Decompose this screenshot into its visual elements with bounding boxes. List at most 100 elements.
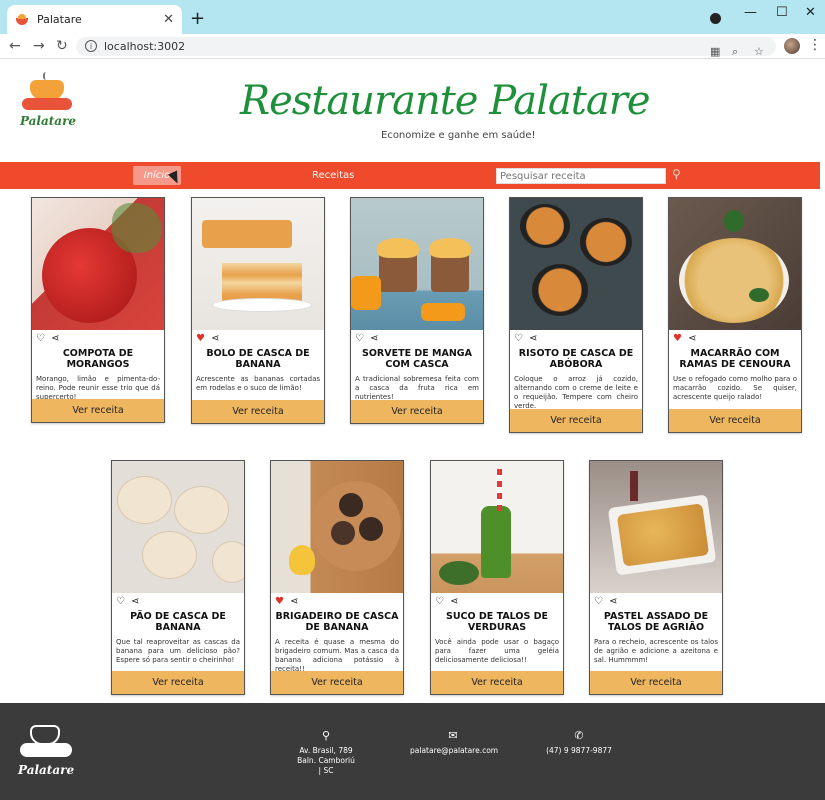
menu-icon[interactable]: ⋮	[808, 37, 822, 53]
recipe-image-green-juice	[431, 461, 563, 593]
back-icon[interactable]: ←	[9, 38, 21, 54]
heart-icon[interactable]: ♡	[435, 597, 444, 609]
share-icon[interactable]: ⋖	[290, 597, 298, 609]
recipe-card: ♡ ⋖ SORVETE DE MANGA COM CASCA A tradicio…	[350, 197, 484, 424]
footer-phone: ✆ (47) 9 9877-9877	[544, 729, 614, 756]
recipe-image-mango-sorbet	[351, 198, 483, 330]
ver-receita-button[interactable]: Ver receita	[351, 400, 483, 423]
footer-email: ✉ palatare@palatare.com	[410, 729, 498, 756]
page-title: Restaurante Palatare	[240, 78, 651, 124]
recipe-image-pasta	[669, 198, 801, 330]
share-icon[interactable]: ⋖	[688, 334, 696, 346]
heart-icon[interactable]: ♡	[116, 597, 125, 609]
ver-receita-button[interactable]: Ver receita	[510, 409, 642, 432]
footer-logo[interactable]: Palatare	[18, 717, 74, 785]
recipe-card: ♡ ⋖ PASTEL ASSADO DE TALOS DE AGRIÃO Para…	[589, 460, 723, 695]
recipe-image-pastel	[590, 461, 722, 593]
share-icon[interactable]: ⋖	[450, 597, 458, 609]
ver-receita-button[interactable]: Ver receita	[431, 671, 563, 694]
recipe-card: ♡ ⋖ RISOTO DE CASCA DE ABÓBORA Coloque o …	[509, 197, 643, 433]
site-logo[interactable]: Palatare	[18, 72, 78, 134]
heart-icon[interactable]: ♡	[36, 334, 45, 346]
url-field[interactable]: i localhost:3002 ▦ ⌕ ☆	[76, 37, 776, 58]
phone-icon: ✆	[574, 729, 584, 742]
recipe-description: Acrescente as bananas cortadas em rodela…	[196, 375, 320, 392]
maximize-button[interactable]: ☐	[776, 5, 788, 20]
forward-icon[interactable]: →	[33, 38, 45, 54]
heart-icon[interactable]: ♡	[514, 334, 523, 346]
recipe-card: ♥ ⋖ BRIGADEIRO DE CASCA DE BANANA A recei…	[270, 460, 404, 695]
minimize-button[interactable]: —	[744, 5, 757, 20]
email-link[interactable]: palatare@palatare.com	[410, 746, 498, 756]
recipe-card: ♡ ⋖ PÃO DE CASCA DE BANANA Que tal reapro…	[111, 460, 245, 695]
ver-receita-button[interactable]: Ver receita	[590, 671, 722, 694]
heart-filled-icon[interactable]: ♥	[275, 597, 284, 609]
search-input[interactable]	[496, 168, 666, 184]
new-tab-button[interactable]: +	[190, 8, 205, 29]
recipe-title: PASTEL ASSADO DE TALOS DE AGRIÃO	[603, 611, 709, 633]
ver-receita-button[interactable]: Ver receita	[271, 671, 403, 694]
heart-icon[interactable]: ♡	[594, 597, 603, 609]
zoom-icon[interactable]: ⌕	[732, 42, 738, 61]
pot-icon	[30, 725, 60, 745]
share-icon[interactable]: ⋖	[131, 597, 139, 609]
heart-filled-icon[interactable]: ♥	[673, 334, 682, 346]
tab-close-icon[interactable]: ✕	[163, 12, 174, 27]
recipe-title: PÃO DE CASCA DE BANANA	[130, 611, 226, 633]
browser-tab-bar: Palatare ✕ + — ☐ ✕	[0, 0, 825, 34]
recipe-description: A tradicional sobremesa feita com a casc…	[355, 375, 479, 401]
site-footer: Palatare ⚲ Av. Brasil, 789 Baln. Cambori…	[0, 703, 825, 800]
recipe-title: COMPOTA DE MORANGOS	[62, 348, 134, 370]
recipe-card: ♡ ⋖ COMPOTA DE MORANGOS Morango, limão e …	[31, 197, 165, 423]
share-icon[interactable]: ⋖	[370, 334, 378, 346]
bookmark-star-icon[interactable]: ☆	[754, 42, 764, 61]
recipe-title: BOLO DE CASCA DE BANANA	[206, 348, 310, 370]
mail-icon: ✉	[448, 729, 458, 742]
site-info-icon[interactable]: i	[85, 40, 97, 52]
location-pin-icon: ⚲	[321, 729, 331, 742]
recipe-title: BRIGADEIRO DE CASCA DE BANANA	[275, 611, 399, 633]
search-icon[interactable]: ⚲	[672, 167, 681, 181]
recipe-image-brigadeiro	[271, 461, 403, 593]
heart-filled-icon[interactable]: ♥	[196, 334, 205, 346]
recipe-image-banana-cake	[192, 198, 324, 330]
recipe-description: Morango, limão e pimenta-do-reino. Pode …	[36, 375, 160, 401]
ver-receita-button[interactable]: Ver receita	[669, 409, 801, 432]
avatar[interactable]	[784, 38, 800, 54]
recipe-image-strawberries	[32, 198, 164, 330]
recipe-description: Você ainda pode usar o bagaço para fazer…	[435, 638, 559, 664]
recipe-description: Use o refogado como molho para o macarrã…	[673, 375, 797, 401]
media-indicator-icon[interactable]	[710, 13, 721, 24]
cloud-icon	[20, 743, 72, 757]
cloud-icon	[22, 98, 72, 110]
ver-receita-button[interactable]: Ver receita	[112, 671, 244, 694]
recipe-title: MACARRÃO COM RAMAS DE CENOURA	[679, 348, 791, 370]
browser-tab[interactable]: Palatare ✕	[7, 5, 182, 34]
close-window-button[interactable]: ✕	[805, 5, 816, 20]
footer-logo-text: Palatare	[18, 763, 75, 777]
recipe-title: SUCO DE TALOS DE VERDURAS	[445, 611, 548, 633]
recipe-card: ♥ ⋖ MACARRÃO COM RAMAS DE CENOURA Use o r…	[668, 197, 802, 433]
footer-address: ⚲ Av. Brasil, 789 Baln. Camboriú | SC	[296, 729, 356, 776]
share-icon[interactable]: ⋖	[609, 597, 617, 609]
heart-icon[interactable]: ♡	[355, 334, 364, 346]
page-subtitle: Economize e ganhe em saúde!	[381, 130, 536, 141]
share-icon[interactable]: ⋖	[529, 334, 537, 346]
share-icon[interactable]: ⋖	[211, 334, 219, 346]
address-bar: ← → ↻ i localhost:3002 ▦ ⌕ ☆	[0, 34, 825, 59]
ver-receita-button[interactable]: Ver receita	[192, 400, 324, 423]
share-icon[interactable]: ⋖	[51, 334, 59, 346]
main-nav: Início Receitas ⚲	[0, 162, 820, 189]
url-text: localhost:3002	[104, 40, 186, 53]
ver-receita-button[interactable]: Ver receita	[32, 399, 164, 422]
nav-receitas[interactable]: Receitas	[312, 170, 354, 181]
address-line: Av. Brasil, 789	[299, 746, 353, 755]
pot-icon	[30, 80, 64, 100]
recipe-description: Que tal reaproveitar as cascas da banana…	[116, 638, 240, 664]
recipe-image-banana-bread	[112, 461, 244, 593]
steam-icon	[43, 72, 49, 80]
logo-text: Palatare	[19, 114, 77, 128]
qr-icon[interactable]: ▦	[710, 42, 720, 61]
reload-icon[interactable]: ↻	[56, 38, 68, 54]
recipe-description: A receita é quase a mesma do brigadeiro …	[275, 638, 399, 673]
